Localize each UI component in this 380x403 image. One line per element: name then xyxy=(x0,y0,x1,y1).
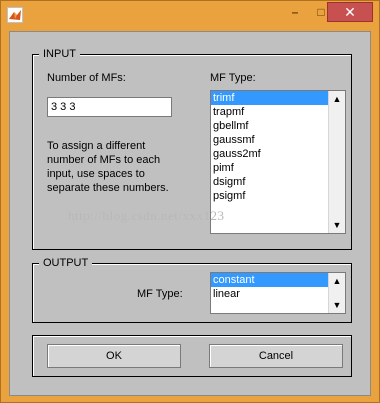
list-item[interactable]: trapmf xyxy=(211,105,328,119)
output-panel: OUTPUT MF Type: constant linear ▲ ▼ xyxy=(32,256,352,323)
list-item[interactable]: linear xyxy=(211,287,328,301)
input-list-scrollbar[interactable]: ▲ ▼ xyxy=(328,91,345,233)
dialog-window: – □ ✕ INPUT Number of MFs: MF Type: 3 3 … xyxy=(0,0,380,403)
output-mf-type-list[interactable]: constant linear ▲ ▼ xyxy=(210,272,346,314)
scroll-down-arrow-icon[interactable]: ▼ xyxy=(329,217,345,233)
number-of-mfs-label: Number of MFs: xyxy=(47,72,126,84)
output-mf-type-label: MF Type: xyxy=(137,288,183,300)
list-item[interactable]: gaussmf xyxy=(211,133,328,147)
list-item[interactable]: gauss2mf xyxy=(211,147,328,161)
hint-line: To assign a different xyxy=(47,140,146,152)
output-panel-title: OUTPUT xyxy=(39,256,93,270)
list-item[interactable]: psigmf xyxy=(211,189,328,203)
list-item[interactable]: pimf xyxy=(211,161,328,175)
number-of-mfs-field[interactable]: 3 3 3 xyxy=(47,97,172,117)
hint-line: separate these numbers. xyxy=(47,182,169,194)
input-panel-title: INPUT xyxy=(39,47,80,61)
minimize-button[interactable]: – xyxy=(282,2,308,22)
list-item[interactable]: constant xyxy=(211,273,328,287)
output-list-scrollbar[interactable]: ▲ ▼ xyxy=(328,273,345,313)
hint-line: input, use spaces to xyxy=(47,168,145,180)
cancel-button[interactable]: Cancel xyxy=(209,344,343,368)
list-item[interactable]: dsigmf xyxy=(211,175,328,189)
watermark-text: http://blog.csdn.net/xxx123 xyxy=(68,208,225,223)
dialog-content: INPUT Number of MFs: MF Type: 3 3 3 To a… xyxy=(9,31,371,396)
input-mf-type-list[interactable]: trimf trapmf gbellmf gaussmf gauss2mf pi… xyxy=(210,90,346,234)
scroll-up-arrow-icon[interactable]: ▲ xyxy=(329,273,345,289)
close-button[interactable]: ✕ xyxy=(327,2,373,22)
matlab-icon xyxy=(7,7,23,23)
input-mf-type-label: MF Type: xyxy=(210,72,256,84)
title-bar[interactable]: – □ ✕ xyxy=(1,1,379,31)
scroll-down-arrow-icon[interactable]: ▼ xyxy=(329,297,345,313)
list-item[interactable]: gbellmf xyxy=(211,119,328,133)
output-mf-type-items: constant linear xyxy=(211,273,328,313)
hint-line: number of MFs to each xyxy=(47,154,161,166)
buttons-panel: OK Cancel xyxy=(32,335,352,377)
input-mf-type-items: trimf trapmf gbellmf gaussmf gauss2mf pi… xyxy=(211,91,328,233)
list-item[interactable]: trimf xyxy=(211,91,328,105)
ok-button[interactable]: OK xyxy=(47,344,181,368)
hint-text: To assign a different number of MFs to e… xyxy=(47,139,202,195)
scroll-up-arrow-icon[interactable]: ▲ xyxy=(329,91,345,107)
